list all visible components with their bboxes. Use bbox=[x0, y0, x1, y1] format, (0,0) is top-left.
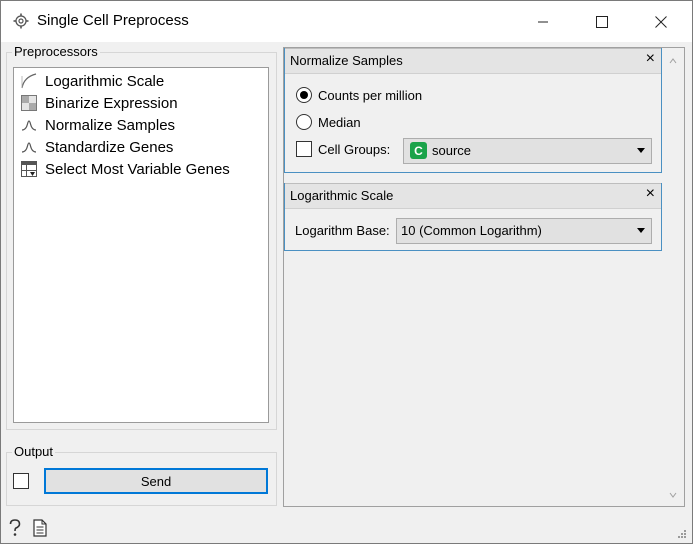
counts-per-million-label: Counts per million bbox=[318, 88, 423, 103]
minimize-icon bbox=[538, 21, 548, 22]
cell-groups-value: source bbox=[432, 143, 472, 158]
chevron-down-icon bbox=[637, 148, 645, 153]
cell-groups-select[interactable]: C source bbox=[403, 138, 652, 164]
logscale-header: Logarithmic Scale × bbox=[285, 183, 661, 209]
median-radio[interactable] bbox=[296, 114, 312, 130]
list-item-normalize-samples[interactable]: Normalize Samples bbox=[20, 114, 175, 136]
list-item-select-most-variable-genes[interactable]: Select Most Variable Genes bbox=[20, 158, 230, 180]
close-button[interactable] bbox=[638, 1, 684, 42]
list-item-label: Select Most Variable Genes bbox=[45, 160, 230, 178]
scroll-up-icon[interactable] bbox=[669, 57, 677, 65]
maximize-icon bbox=[596, 15, 608, 28]
counts-per-million-radio[interactable] bbox=[296, 87, 312, 103]
normalize-title: Normalize Samples bbox=[290, 53, 403, 68]
app-window: Single Cell Preprocess Preprocessors Log… bbox=[0, 0, 693, 544]
preprocessors-title: Preprocessors bbox=[12, 44, 100, 59]
list-item-label: Binarize Expression bbox=[45, 94, 178, 112]
normalize-header: Normalize Samples × bbox=[285, 48, 661, 74]
maximize-button[interactable] bbox=[579, 1, 625, 42]
cell-groups-checkbox[interactable] bbox=[296, 141, 312, 157]
table-filter-icon bbox=[20, 160, 38, 178]
normalize-samples-box: Normalize Samples × Counts per million M… bbox=[284, 48, 662, 173]
chevron-down-icon bbox=[637, 228, 645, 233]
preprocessors-list[interactable]: Logarithmic Scale Binarize Expression No… bbox=[13, 67, 269, 423]
list-item-label: Logarithmic Scale bbox=[45, 72, 165, 90]
bell-curve-icon bbox=[20, 138, 38, 156]
logarithm-base-value: 10 (Common Logarithm) bbox=[401, 223, 542, 238]
gear-icon bbox=[13, 13, 29, 29]
logarithm-base-select[interactable]: 10 (Common Logarithm) bbox=[396, 218, 652, 244]
logscale-title: Logarithmic Scale bbox=[290, 188, 394, 203]
bell-curve-icon bbox=[20, 116, 38, 134]
logarithmic-scale-box: Logarithmic Scale × Logarithm Base: 10 (… bbox=[284, 183, 662, 251]
document-icon[interactable] bbox=[33, 519, 47, 540]
list-item-binarize-expression[interactable]: Binarize Expression bbox=[20, 92, 178, 114]
question-icon[interactable] bbox=[8, 519, 22, 540]
minimize-button[interactable] bbox=[520, 1, 566, 42]
auto-send-checkbox[interactable] bbox=[13, 473, 29, 489]
list-item-standardize-genes[interactable]: Standardize Genes bbox=[20, 136, 173, 158]
normalize-close-icon[interactable]: × bbox=[646, 50, 655, 68]
list-item-label: Normalize Samples bbox=[45, 116, 176, 134]
scroll-down-icon[interactable] bbox=[669, 491, 677, 499]
send-button[interactable]: Send bbox=[44, 468, 268, 494]
log-curve-icon bbox=[20, 72, 38, 90]
logscale-close-icon[interactable]: × bbox=[646, 185, 655, 203]
resize-grip-icon[interactable] bbox=[676, 528, 687, 539]
send-button-label: Send bbox=[140, 473, 172, 489]
checker-icon bbox=[20, 94, 38, 112]
cell-groups-label: Cell Groups: bbox=[318, 142, 391, 157]
list-item-label: Standardize Genes bbox=[45, 138, 174, 156]
window-title: Single Cell Preprocess bbox=[37, 12, 189, 29]
categorical-variable-icon: C bbox=[410, 142, 427, 159]
median-label: Median bbox=[318, 115, 361, 130]
logarithm-base-label: Logarithm Base: bbox=[295, 223, 390, 238]
list-item-logarithmic-scale[interactable]: Logarithmic Scale bbox=[20, 70, 164, 92]
title-bar: Single Cell Preprocess bbox=[1, 1, 692, 42]
output-title: Output bbox=[12, 444, 56, 459]
close-icon bbox=[655, 15, 667, 28]
